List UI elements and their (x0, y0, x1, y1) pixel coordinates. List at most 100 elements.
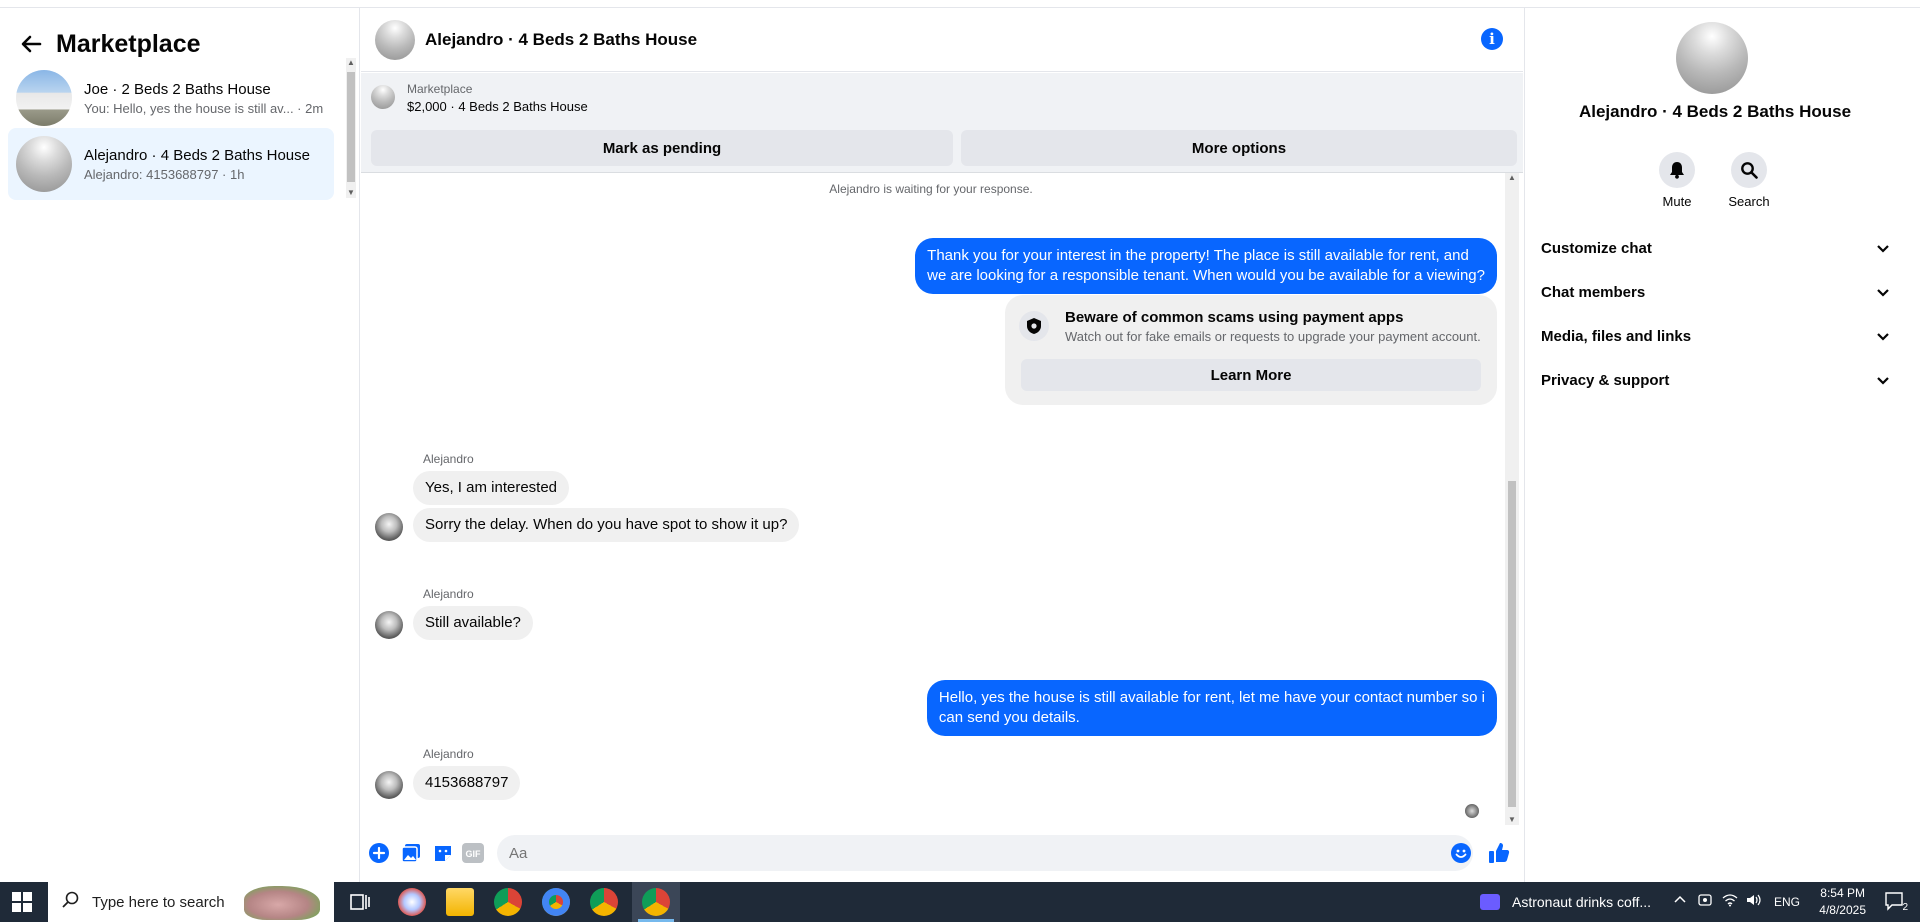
section-label: Privacy & support (1541, 371, 1670, 389)
windows-start-icon[interactable] (12, 892, 32, 917)
conversation-preview: You: Hello, yes the house is still av...… (84, 100, 324, 116)
chat-title[interactable]: Alejandro · 4 Beds 2 Baths House (425, 30, 697, 50)
conversation-item-alejandro[interactable]: Alejandro · 4 Beds 2 Baths House Alejand… (8, 128, 334, 200)
sender-name: Alejandro (423, 587, 474, 601)
top-edge (0, 0, 1920, 8)
message-composer: GIF (361, 828, 1523, 878)
section-label: Chat members (1541, 283, 1646, 301)
waiting-notice: Alejandro is waiting for your response. (829, 182, 1033, 196)
active-taskbar-item[interactable] (632, 882, 680, 922)
outgoing-message[interactable]: Thank you for your interest in the prope… (915, 238, 1497, 294)
privacy-support-row[interactable]: Privacy & support (1541, 362, 1889, 398)
incoming-message[interactable]: Yes, I am interested (413, 471, 570, 505)
chrome-profile-icon[interactable] (590, 888, 618, 916)
chrome-profile-icon (642, 888, 670, 916)
system-clock[interactable]: 8:54 PM 4/8/2025 (1819, 885, 1866, 919)
section-label: Customize chat (1541, 239, 1652, 257)
notification-center-icon[interactable]: 2 (1884, 891, 1908, 913)
clock-time: 8:54 PM (1820, 886, 1865, 900)
back-arrow-icon[interactable] (16, 29, 46, 59)
sender-avatar[interactable] (375, 771, 403, 799)
scrollbar-thumb[interactable] (1508, 481, 1516, 807)
shield-icon (1019, 311, 1049, 341)
emoji-icon[interactable] (1449, 841, 1473, 865)
chrome-icon[interactable] (494, 888, 522, 916)
bell-icon (1659, 152, 1695, 188)
incoming-message[interactable]: Sorry the delay. When do you have spot t… (413, 508, 800, 542)
outgoing-message[interactable]: Hello, yes the house is still available … (926, 680, 1497, 736)
task-view-icon[interactable] (350, 892, 370, 917)
details-title: Alejandro · 4 Beds 2 Baths House (1578, 102, 1852, 121)
wifi-icon[interactable] (1722, 893, 1738, 910)
chat-members-row[interactable]: Chat members (1541, 274, 1889, 310)
gif-icon[interactable]: GIF (461, 841, 485, 865)
conversation-title: Joe · 2 Beds 2 Baths House (84, 80, 271, 98)
scroll-up-icon[interactable]: ▲ (1508, 173, 1516, 183)
search-icon (62, 891, 80, 913)
chat-scrollbar[interactable]: ▲ ▼ (1505, 173, 1519, 825)
chat-avatar-large[interactable] (1676, 22, 1748, 94)
sticker-icon[interactable] (431, 841, 455, 865)
sender-avatar[interactable] (375, 611, 403, 639)
mute-label: Mute (1662, 194, 1692, 209)
chevron-down-icon (1877, 372, 1889, 389)
chevron-up-icon[interactable] (1674, 893, 1686, 909)
info-icon[interactable]: i (1481, 28, 1503, 50)
volume-icon[interactable] (1746, 893, 1762, 910)
search-button[interactable]: Search (1719, 152, 1779, 209)
section-label: Media, files and links (1541, 327, 1692, 345)
listing-price-title[interactable]: $2,000 · 4 Beds 2 Baths House (407, 99, 588, 114)
search-label: Search (1728, 194, 1770, 209)
incoming-message[interactable]: 4153688797 (413, 766, 521, 800)
media-widget[interactable]: Astronaut drinks coff... (1480, 882, 1652, 922)
conversation-preview: Alejandro: 4153688797 · 1h (84, 166, 245, 182)
scrollbar-thumb[interactable] (347, 72, 355, 182)
scroll-down-icon[interactable]: ▼ (347, 188, 355, 198)
chat-panel: Alejandro · 4 Beds 2 Baths House i Marke… (361, 8, 1523, 882)
notification-count: 2 (1902, 902, 1908, 913)
more-options-button[interactable]: More options (961, 130, 1517, 166)
chat-avatar[interactable] (375, 19, 415, 60)
language-indicator[interactable]: ENG (1774, 895, 1800, 909)
marketplace-label: Marketplace (407, 82, 473, 96)
meet-now-icon[interactable] (1698, 893, 1712, 910)
taskbar-search-box[interactable]: Type here to search (48, 882, 334, 922)
panel-title: Marketplace (56, 29, 201, 58)
listing-thumbnail (16, 136, 72, 192)
media-title: Astronaut drinks coff... (1512, 894, 1652, 910)
scroll-down-icon[interactable]: ▼ (1508, 815, 1516, 825)
sender-name: Alejandro (423, 452, 474, 466)
message-line: Thank you for your interest in the prope… (927, 247, 1469, 264)
message-line: can send you details. (938, 709, 1080, 726)
windows-taskbar: Type here to search Astronaut drinks cof… (0, 882, 1920, 922)
file-explorer-icon[interactable] (446, 888, 474, 916)
search-highlight-pig-image (244, 886, 320, 920)
conversation-item-joe[interactable]: Joe · 2 Beds 2 Baths House You: Hello, y… (8, 62, 334, 134)
customize-chat-row[interactable]: Customize chat (1541, 230, 1889, 266)
app-icon-paint[interactable] (398, 888, 426, 916)
scroll-up-icon[interactable]: ▲ (347, 58, 355, 68)
incoming-message[interactable]: Still available? (413, 606, 533, 640)
learn-more-button[interactable]: Learn More (1021, 359, 1481, 391)
photo-icon[interactable] (399, 841, 423, 865)
chevron-down-icon (1877, 284, 1889, 301)
scam-warning-text: Watch out for fake emails or requests to… (1065, 329, 1481, 344)
sender-avatar[interactable] (375, 513, 403, 541)
mute-button[interactable]: Mute (1647, 152, 1707, 209)
like-thumb-icon[interactable] (1487, 841, 1511, 865)
conversation-title: Alejandro · 4 Beds 2 Baths House (84, 146, 310, 164)
marketplace-listing-bar: Marketplace $2,000 · 4 Beds 2 Baths Hous… (361, 73, 1523, 173)
media-files-links-row[interactable]: Media, files and links (1541, 318, 1889, 354)
seen-avatar-icon (1465, 804, 1479, 818)
plus-icon[interactable] (367, 841, 391, 865)
chrome-profile-icon[interactable] (542, 888, 570, 916)
taskbar-search-placeholder: Type here to search (92, 893, 225, 911)
mark-as-pending-button[interactable]: Mark as pending (371, 130, 953, 166)
conversation-list-scrollbar[interactable]: ▲ ▼ (346, 58, 356, 198)
chat-details-panel: Alejandro · 4 Beds 2 Baths House Mute Se… (1524, 8, 1920, 882)
scam-warning-title: Beware of common scams using payment app… (1065, 309, 1404, 326)
clock-date: 4/8/2025 (1819, 903, 1866, 917)
message-input[interactable] (497, 835, 1473, 871)
listing-thumbnail[interactable] (371, 85, 395, 109)
gif-label: GIF (466, 849, 482, 859)
